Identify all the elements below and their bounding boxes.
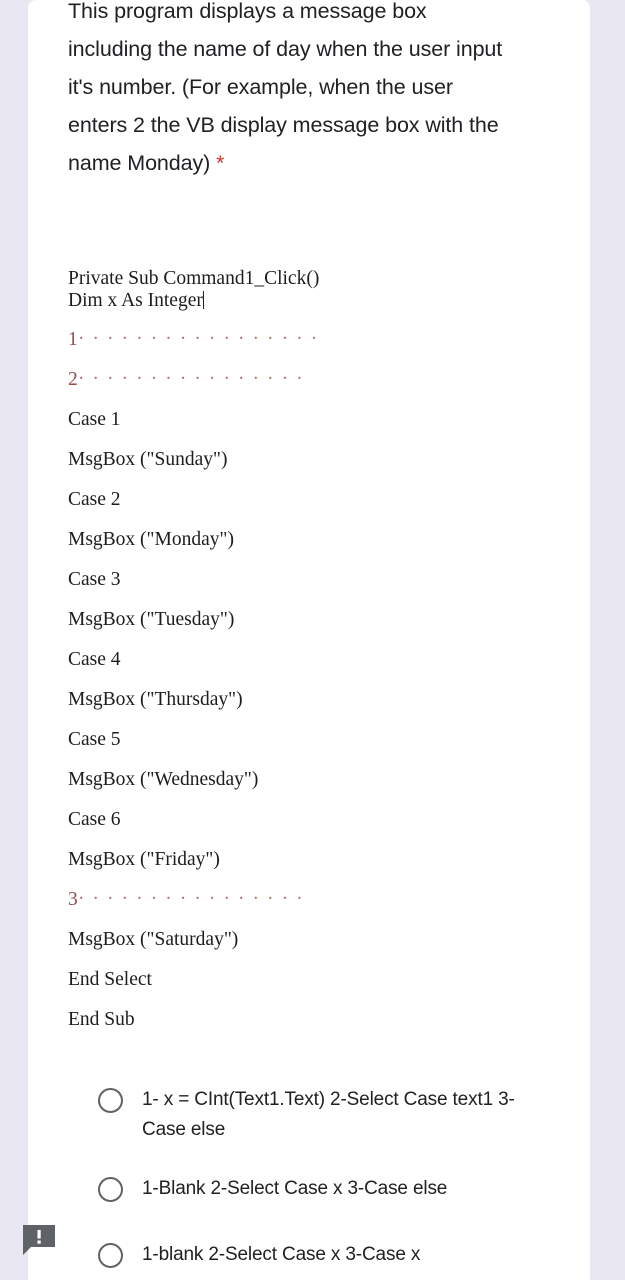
answer-options: 1- x = CInt(Text1.Text) 2-Select Case te… bbox=[98, 1078, 568, 1280]
option-row-1[interactable]: 1- x = CInt(Text1.Text) 2-Select Case te… bbox=[98, 1078, 568, 1145]
radio-button-option-3[interactable] bbox=[98, 1243, 123, 1268]
required-asterisk: * bbox=[216, 152, 225, 175]
radio-button-option-1[interactable] bbox=[98, 1088, 123, 1113]
code-line: MsgBox ("Wednesday") bbox=[68, 769, 259, 790]
code-blank-2: 2 . . . . . . . . . . . . . . . . . . . … bbox=[68, 360, 488, 400]
code-line: End Select bbox=[68, 969, 152, 990]
question-card: This program displays a message box incl… bbox=[28, 0, 590, 1280]
blank-number: 3 bbox=[68, 889, 78, 910]
option-row-2[interactable]: 1-Blank 2-Select Case x 3-Case else bbox=[98, 1167, 568, 1211]
code-line: MsgBox ("Monday") bbox=[68, 529, 234, 550]
blank-dots: . . . . . . . . . . . . . . . . . . . . … bbox=[78, 323, 319, 344]
code-line: MsgBox ("Thursday") bbox=[68, 689, 243, 710]
option-label-1[interactable]: 1- x = CInt(Text1.Text) 2-Select Case te… bbox=[142, 1078, 542, 1145]
page-title: This program displays a message box incl… bbox=[68, 0, 508, 183]
blank-number: 1 bbox=[68, 329, 78, 350]
code-line: MsgBox ("Sunday") bbox=[68, 449, 228, 470]
code-line: MsgBox ("Saturday") bbox=[68, 929, 239, 950]
question-text: This program displays a message box incl… bbox=[68, 0, 509, 175]
code-line: Case 4 bbox=[68, 649, 121, 670]
option-label-2[interactable]: 1-Blank 2-Select Case x 3-Case else bbox=[142, 1167, 447, 1204]
text-caret bbox=[202, 291, 204, 309]
option-label-3[interactable]: 1-blank 2-Select Case x 3-Case x bbox=[142, 1233, 420, 1270]
code-snippet: Private Sub Command1_Click() Dim x As In… bbox=[68, 268, 488, 1040]
code-line: Case 3 bbox=[68, 569, 121, 590]
code-blank-3: 3 . . . . . . . . . . . . . . . . . . . … bbox=[68, 880, 488, 920]
code-line: Case 2 bbox=[68, 489, 121, 510]
code-line: Case 6 bbox=[68, 809, 121, 830]
code-line: End Sub bbox=[68, 1009, 135, 1030]
code-line: Case 1 bbox=[68, 409, 121, 430]
blank-number: 2 bbox=[68, 369, 78, 390]
code-line-text: Dim x As Integer bbox=[68, 290, 203, 311]
comment-alert-icon[interactable] bbox=[22, 1224, 56, 1256]
blank-dots: . . . . . . . . . . . . . . . . . . . . … bbox=[78, 363, 307, 384]
blank-dots: . . . . . . . . . . . . . . . . . . . . … bbox=[78, 883, 311, 904]
option-row-3[interactable]: 1-blank 2-Select Case x 3-Case x bbox=[98, 1233, 568, 1277]
code-line: Case 5 bbox=[68, 729, 121, 750]
code-line: MsgBox ("Tuesday") bbox=[68, 609, 235, 630]
radio-button-option-2[interactable] bbox=[98, 1177, 123, 1202]
code-line: Private Sub Command1_Click() bbox=[68, 268, 320, 289]
